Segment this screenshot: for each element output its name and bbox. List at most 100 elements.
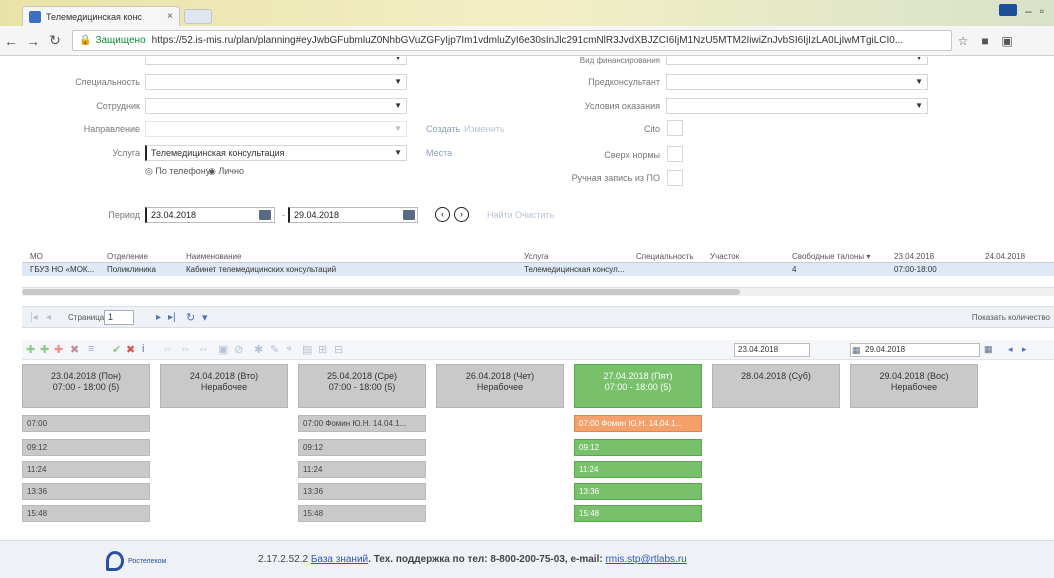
toolbar-date-to[interactable]: 29.04.2018 [850,343,980,357]
paste-icon[interactable]: ⇔ [198,343,209,355]
grid-header-cell[interactable]: Специальность [636,252,694,261]
slot-fri[interactable]: 13:36 [574,483,702,500]
slot-mon[interactable]: 07:00 [22,415,150,432]
grid-header-cell[interactable]: Участок [710,252,739,261]
change-link[interactable]: Изменить [464,124,505,134]
move-icon[interactable]: ⇔ [162,343,173,355]
add-icon[interactable]: ✚ [26,343,35,356]
slot-fri[interactable]: 09:12 [574,439,702,456]
tool2-icon[interactable]: ✎ [270,343,279,356]
calendar-to-icon[interactable] [403,210,415,220]
slot-wed[interactable]: 13:36 [298,483,426,500]
employee-combo[interactable]: ▼ [145,98,407,114]
grid-header-cell[interactable]: МО [30,252,43,261]
service-combo[interactable]: Телемедицинская консультация ▼ [145,145,407,161]
day-header-sun[interactable]: 29.04.2018 (Вос) Нерабочее [850,364,978,408]
grid-header-cell[interactable]: 23.04.2018 [894,252,934,261]
slot-fri[interactable]: 15:48 [574,505,702,522]
day-header-thu[interactable]: 26.04.2018 (Чет) Нерабочее [436,364,564,408]
tool6-icon[interactable]: ⊟ [334,343,343,356]
slot-mon[interactable]: 15:48 [22,505,150,522]
print-icon[interactable]: ▣ [218,343,228,356]
slot-wed[interactable]: 11:24 [298,461,426,478]
conditions-combo[interactable]: ▼ [666,98,928,114]
slot-fri[interactable]: 11:24 [574,461,702,478]
toolbar-next-icon[interactable]: ▸ [1022,344,1027,355]
maximize-icon[interactable]: ▫ [1040,4,1044,18]
prev-page-icon[interactable]: ◂ [46,312,51,323]
tool4-icon[interactable]: ▤ [302,343,312,356]
copy-icon[interactable]: ⇔ [180,343,191,355]
minimize-icon[interactable]: – [1025,4,1032,18]
prev-period-icon[interactable]: ‹ [435,207,450,222]
preconsultant-combo[interactable]: ▼ [666,74,928,90]
first-page-icon[interactable]: |◂ [30,312,38,323]
toolbar-calendar2-icon[interactable]: ▦ [984,344,993,355]
save-icon[interactable]: ▾ [202,311,208,324]
slot-wed[interactable]: 09:12 [298,439,426,456]
confirm-icon[interactable]: ✔ [112,343,121,356]
tool3-icon[interactable]: ⌖ [286,343,292,356]
places-link[interactable]: Места [426,148,452,158]
date-to-field[interactable]: 29.04.2018 [288,207,418,223]
tool-icon[interactable]: ✱ [254,343,263,356]
slot-fri[interactable]: 07:00 Фомин Ю.Н. 14.04.1... [574,415,702,432]
info-icon[interactable]: i [142,343,144,355]
direction-combo[interactable]: ▼ [145,121,407,137]
day-header-wed[interactable]: 25.04.2018 (Сре) 07:00 - 18:00 (5) [298,364,426,408]
day-header-tue[interactable]: 24.04.2018 (Вто) Нерабочее [160,364,288,408]
day-header-fri[interactable]: 27.04.2018 (Пят) 07:00 - 18:00 (5) [574,364,702,408]
address-bar[interactable]: 🔒 Защищено https://52.is-mis.ru/plan/pla… [72,30,952,51]
cancel-icon[interactable]: ✖ [126,343,135,356]
next-page-icon[interactable]: ▸ [156,312,161,323]
user-profile-icon[interactable] [999,4,1018,16]
delete-icon[interactable]: ✖ [70,343,79,356]
grid-header-cell[interactable]: Услуга [524,252,548,261]
filter-icon[interactable]: ≡ [88,343,94,355]
grid-header-cell[interactable]: Отделение [107,252,148,261]
slot-wed[interactable]: 07:00 Фомин Ю.Н. 14.04.1... [298,415,426,432]
add2-icon[interactable]: ✚ [40,343,49,356]
financing-combo[interactable]: ▼ [666,57,928,65]
calendar-from-icon[interactable] [259,210,271,220]
bookmark-star-icon[interactable]: ☆ [952,34,974,48]
radio-phone[interactable]: ◎ По телефону [145,166,210,177]
specialty-combo[interactable]: ▼ [145,74,407,90]
slot-wed[interactable]: 15:48 [298,505,426,522]
reload-icon[interactable]: ↻ [44,32,66,49]
find-link[interactable]: Найти [487,210,513,220]
manual-checkbox[interactable] [667,170,683,186]
add3-icon[interactable]: ✚ [54,343,63,356]
toolbar-prev-icon[interactable]: ◂ [1008,344,1013,355]
create-link[interactable]: Создать [426,124,460,134]
row0-combo[interactable]: ▼ [145,57,407,65]
show-count-label[interactable]: Показать количество [972,313,1050,322]
horizontal-scrollbar[interactable] [22,287,1054,296]
radio-personal[interactable]: ◉ Лично [208,166,244,177]
grid-header-cell[interactable]: Наименование [186,252,241,261]
scrollbar-thumb[interactable] [22,289,740,295]
table-row[interactable]: ГБУЗ НО «МОК... Поликлиника Кабинет теле… [22,263,1054,276]
date-from-field[interactable]: 23.04.2018 [145,207,275,223]
extension2-icon[interactable]: ▣ [996,34,1018,48]
day-header-sat[interactable]: 28.04.2018 (Суб) [712,364,840,408]
extension-icon[interactable]: ■ [974,34,996,48]
grid-header-cell[interactable]: 24.04.2018 [985,252,1025,261]
slot-mon[interactable]: 09:12 [22,439,150,456]
cito-checkbox[interactable] [667,120,683,136]
forward-icon[interactable]: → [22,33,44,49]
toolbar-date-from[interactable]: 23.04.2018 [734,343,810,357]
slot-mon[interactable]: 13:36 [22,483,150,500]
tool5-icon[interactable]: ⊞ [318,343,327,356]
support-email-link[interactable]: rmis.stp@rtlabs.ru [605,554,686,565]
knowledge-base-link[interactable]: База знаний [311,554,368,565]
clear-link[interactable]: Очистить [515,210,554,220]
tab-close-icon[interactable]: × [167,11,173,22]
new-tab-button[interactable] [184,9,212,24]
slot-mon[interactable]: 11:24 [22,461,150,478]
last-page-icon[interactable]: ▸| [168,312,176,323]
page-input[interactable]: 1 [104,310,134,325]
back-icon[interactable]: ← [0,33,22,49]
grid-header-cell[interactable]: Свободные талоны ▾ [792,252,870,261]
over-norm-checkbox[interactable] [667,146,683,162]
